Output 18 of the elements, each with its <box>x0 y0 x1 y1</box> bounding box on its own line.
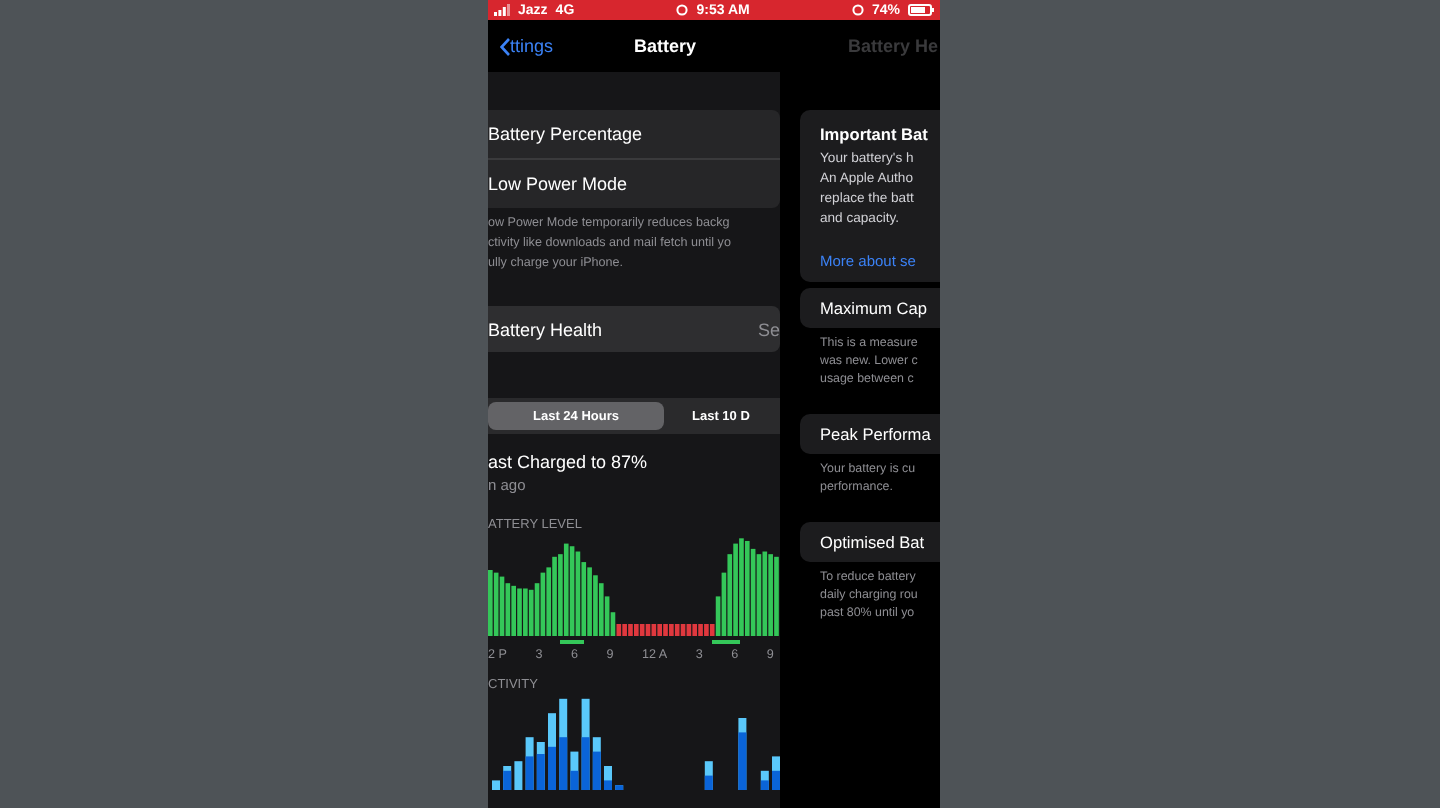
signal-icon <box>494 4 510 16</box>
battery-health-row[interactable]: Battery Health Se <box>488 306 780 352</box>
battery-icon <box>908 4 934 16</box>
row-label: Battery Health <box>488 319 603 339</box>
settings-row[interactable]: Low Power Mode <box>488 160 780 208</box>
alarm-icon <box>676 4 689 16</box>
row-title: Peak Performa <box>820 424 933 444</box>
card-title: Important Bat <box>820 124 930 144</box>
page-title: Battery <box>633 36 696 56</box>
row-value: Se <box>757 319 780 339</box>
settings-row[interactable]: Battery Percentage <box>488 110 780 160</box>
back-chevron-icon <box>500 37 510 55</box>
last-charged-title: ast Charged to 87% <box>488 452 650 472</box>
row-title: Maximum Cap <box>820 298 929 318</box>
next-page-title: Battery He <box>848 36 939 56</box>
alarm-icon <box>851 4 864 16</box>
row-title: Optimised Bat <box>820 532 927 552</box>
back-link[interactable]: ttings <box>500 36 554 56</box>
